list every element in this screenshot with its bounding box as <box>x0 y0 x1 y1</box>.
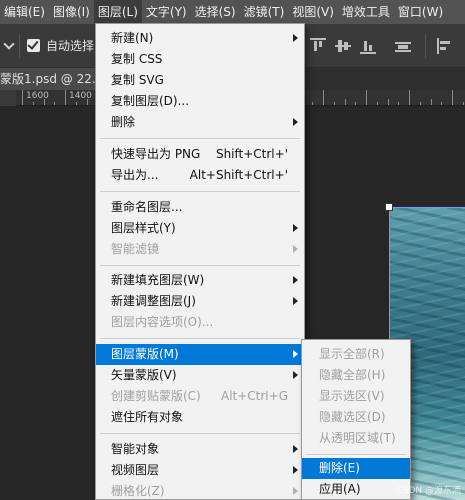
submenu-arrow-icon <box>293 118 298 126</box>
submenu-item-from-transparency: 从透明区域(T) <box>319 431 396 445</box>
menu-select[interactable]: 选择(S) <box>191 0 240 24</box>
menu-plugins[interactable]: 增效工具 <box>338 0 394 24</box>
menu-separator <box>306 454 406 455</box>
menu-item-rasterize: 栅格化(Z) <box>96 481 304 499</box>
menu-separator <box>100 138 300 139</box>
submenu-arrow-icon <box>293 371 298 379</box>
menu-item-quick-export-png[interactable]: 快速导出为 PNG Shift+Ctrl+' <box>96 144 304 165</box>
ruler-tick <box>344 99 346 105</box>
ruler-label: 1400 <box>69 91 92 101</box>
menu-item-new[interactable]: 新建(N) <box>96 28 304 49</box>
ruler-label: 1600 <box>26 91 49 101</box>
ruler-tick <box>323 90 324 105</box>
shortcut-label: Shift+Ctrl+' <box>215 147 288 161</box>
ruler-tick <box>398 102 400 105</box>
align-top-icon[interactable] <box>310 38 326 54</box>
ruler-tick <box>387 99 389 105</box>
menu-item-create-clipping-mask: 创建剪贴蒙版(C) Alt+Ctrl+G <box>96 386 304 407</box>
menu-bar: 编辑(E) 图像(I) 图层(L) 文字(Y) 选择(S) 滤镜(T) 视图(V… <box>0 0 465 24</box>
ruler-tick <box>312 102 314 105</box>
ruler-tick <box>32 102 34 105</box>
ruler-tick <box>376 102 378 105</box>
ruler-tick <box>43 99 45 105</box>
menu-item-rename-layer[interactable]: 重命名图层... <box>96 197 304 218</box>
submenu-arrow-icon <box>293 245 298 253</box>
menu-item-copy-css[interactable]: 复制 CSS <box>96 49 304 70</box>
menu-item-mask-all-objects[interactable]: 遮住所有对象 <box>96 407 304 428</box>
menu-filter[interactable]: 滤镜(T) <box>240 0 289 24</box>
menu-image[interactable]: 图像(I) <box>49 0 94 24</box>
align-vcenter-icon[interactable] <box>335 38 351 54</box>
ruler-tick <box>75 102 77 105</box>
menu-type[interactable]: 文字(Y) <box>142 0 191 24</box>
submenu-item-delete[interactable]: 删除(E) <box>302 458 410 479</box>
auto-select-checkbox[interactable] <box>27 39 40 52</box>
ruler-tick <box>333 102 335 105</box>
auto-select-label: 自动选择 <box>46 39 95 53</box>
divider <box>19 34 20 58</box>
ruler-tick <box>65 90 66 105</box>
menu-item-vector-mask[interactable]: 矢量蒙版(V) <box>96 365 304 386</box>
menu-separator <box>100 265 300 266</box>
submenu-arrow-icon <box>293 224 298 232</box>
menu-item-new-fill-layer[interactable]: 新建填充图层(W) <box>96 270 304 291</box>
ruler-tick <box>441 102 443 105</box>
menu-item-layer-style[interactable]: 图层样式(Y) <box>96 218 304 239</box>
ruler-tick <box>22 90 23 105</box>
align-bottom-icon[interactable] <box>360 38 376 54</box>
menu-item-export-as[interactable]: 导出为... Alt+Shift+Ctrl+' <box>96 165 304 186</box>
ruler-tick <box>54 102 56 105</box>
submenu-arrow-icon <box>293 276 298 284</box>
submenu-arrow-icon <box>293 34 298 42</box>
divider <box>425 34 426 58</box>
menu-item-smart-filter: 智能滤镜 <box>96 239 304 260</box>
ruler-corner <box>0 90 16 106</box>
watermark: CSDN @渡东流 <box>396 486 461 496</box>
shortcut-label: Alt+Ctrl+G <box>220 389 288 403</box>
shortcut-label: Alt+Shift+Ctrl+' <box>189 168 288 182</box>
menu-layer[interactable]: 图层(L) <box>93 0 142 24</box>
submenu-item-reveal-all: 显示全部(R) <box>319 347 385 361</box>
submenu-item-hide-all: 隐藏全部(H) <box>319 368 386 382</box>
menu-item-video-layers[interactable]: 视频图层 <box>96 460 304 481</box>
menu-view[interactable]: 视图(V) <box>288 0 338 24</box>
menu-window[interactable]: 窗口(W) <box>394 0 447 24</box>
submenu-arrow-icon <box>293 445 298 453</box>
menu-item-new-adjustment-layer[interactable]: 新建调整图层(J) <box>96 291 304 312</box>
menu-separator <box>100 338 300 339</box>
menu-separator <box>100 433 300 434</box>
layer-menu-dropdown: 新建(N) 复制 CSS 复制 SVG 复制图层(D)... 删除 快速导出为 … <box>95 23 305 500</box>
align-left-edges-icon[interactable] <box>437 38 453 54</box>
menu-item-delete[interactable]: 删除 <box>96 112 304 133</box>
submenu-item-hide-selection: 隐藏选区(D) <box>319 410 386 424</box>
ruler-tick <box>366 90 367 105</box>
ruler-tick <box>355 102 357 105</box>
menu-edit[interactable]: 编辑(E) <box>0 0 49 24</box>
layer-mask-submenu: 显示全部(R) 隐藏全部(H) 显示选区(V) 隐藏选区(D) 从透明区域(T)… <box>301 339 411 500</box>
ruler-tick <box>409 90 410 105</box>
distribute-icon[interactable] <box>395 38 411 54</box>
transform-handle[interactable] <box>385 203 393 211</box>
submenu-arrow-icon <box>293 297 298 305</box>
menu-separator <box>100 191 300 192</box>
chevron-down-icon[interactable] <box>3 38 15 50</box>
menu-item-layer-mask[interactable]: 图层蒙版(M) <box>96 344 304 365</box>
menu-item-duplicate-layer[interactable]: 复制图层(D)... <box>96 91 304 112</box>
menu-item-layer-content-options: 图层内容选项(O)... <box>111 315 214 329</box>
ruler-tick <box>430 99 432 105</box>
submenu-arrow-icon <box>293 466 298 474</box>
ruler-tick <box>86 99 88 105</box>
ruler-tick <box>452 90 453 105</box>
submenu-item-apply[interactable]: 应用(A) <box>302 479 410 499</box>
submenu-item-reveal-selection: 显示选区(V) <box>319 389 385 403</box>
submenu-arrow-icon <box>293 350 298 358</box>
submenu-arrow-icon <box>293 487 298 495</box>
menu-item-smart-objects[interactable]: 智能对象 <box>96 439 304 460</box>
ruler-tick <box>462 102 464 105</box>
ruler-tick <box>419 102 421 105</box>
menu-item-copy-svg[interactable]: 复制 SVG <box>96 70 304 91</box>
